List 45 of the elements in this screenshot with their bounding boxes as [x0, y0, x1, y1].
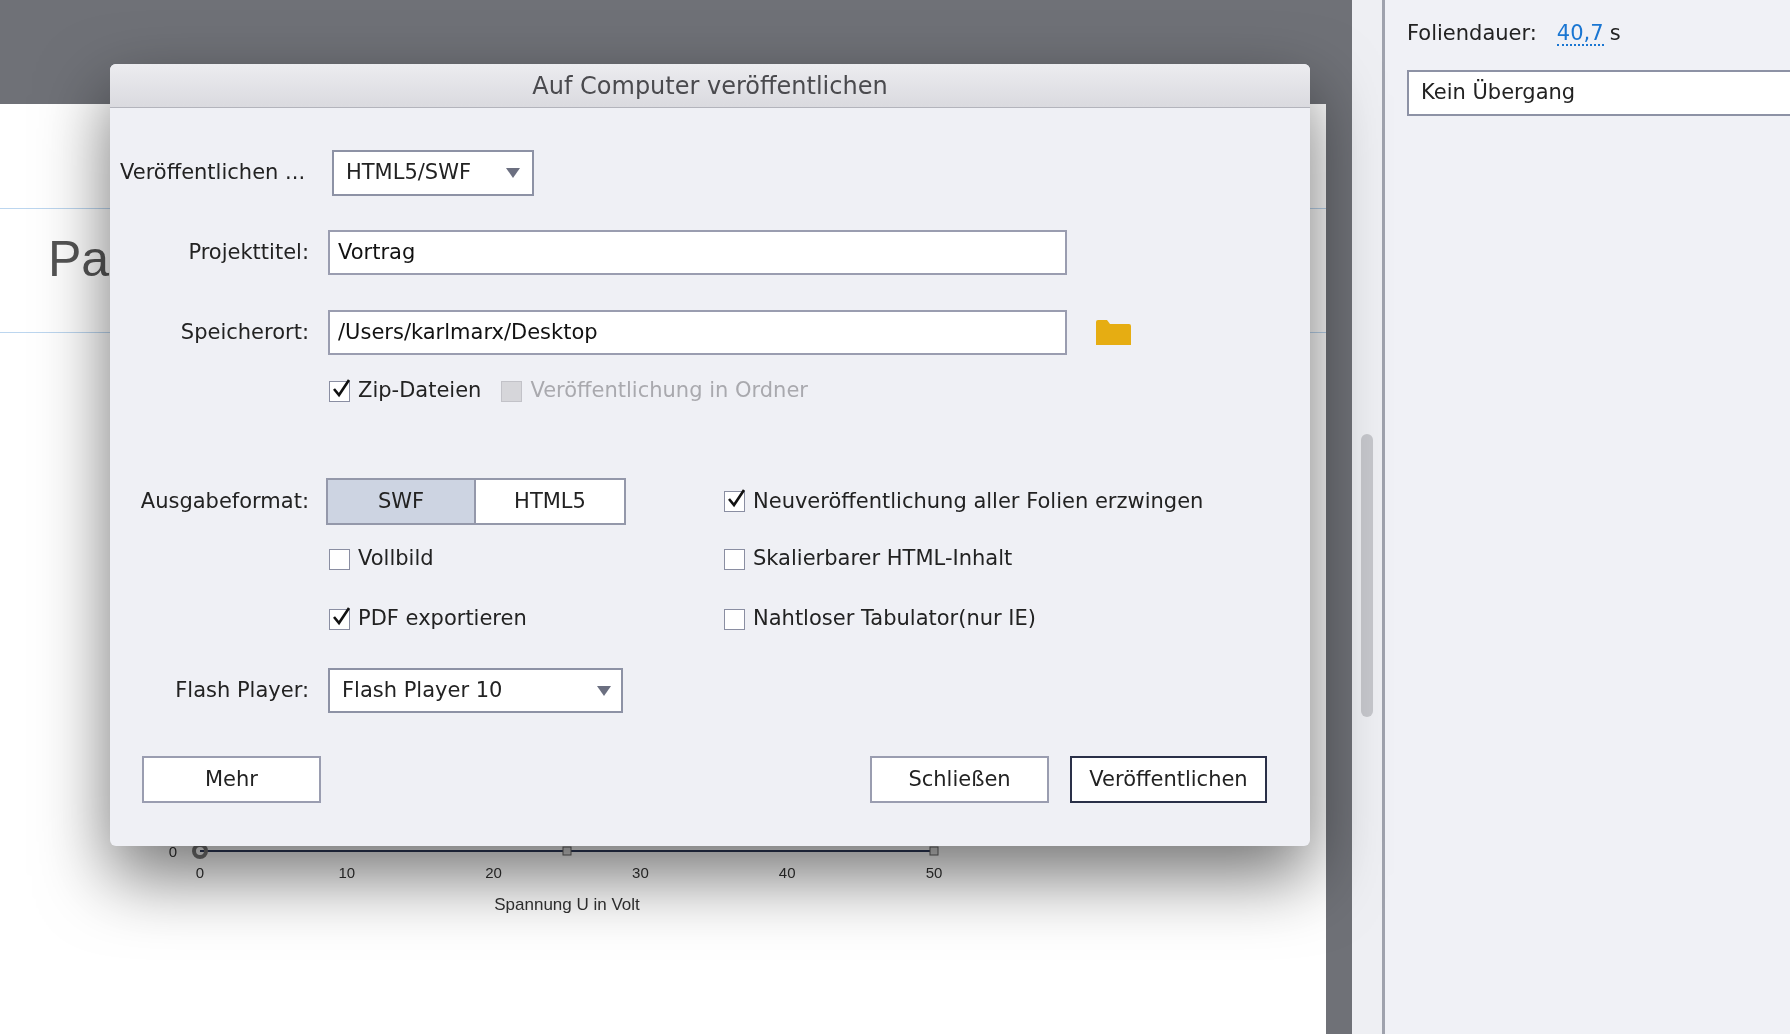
- field-label: Projekttitel:: [187, 238, 309, 266]
- text-field[interactable]: /Users/karlmarx/Desktop: [328, 310, 1067, 355]
- dialog-button[interactable]: Schließen: [870, 756, 1049, 803]
- format-segment[interactable]: SWF: [326, 478, 476, 525]
- scrollbar-thumb[interactable]: [1361, 434, 1373, 717]
- checkbox[interactable]: [329, 548, 350, 570]
- folder-icon[interactable]: [1096, 320, 1131, 345]
- x-tick-label: 10: [338, 864, 356, 881]
- caret-icon: [597, 685, 611, 696]
- x-tick-label: 30: [632, 864, 649, 881]
- checkbox-label: Skalierbarer HTML-Inhalt: [753, 545, 1013, 573]
- field-label: Veröffentlichen ...: [120, 159, 307, 187]
- x-tick-label: 0: [195, 864, 205, 881]
- slide-title: Pa: [48, 234, 110, 284]
- checkbox[interactable]: [724, 548, 745, 570]
- dialog-button[interactable]: Veröffentlichen: [1070, 756, 1267, 803]
- dialog-title: Auf Computer veröffentlichen: [532, 70, 888, 102]
- field-label: Ausgabeformat:: [139, 487, 309, 515]
- text-field[interactable]: Vortrag: [328, 230, 1067, 275]
- format-segment[interactable]: HTML5: [476, 478, 626, 525]
- y-tick-label: 0: [168, 843, 178, 860]
- x-tick-label: 50: [925, 864, 943, 881]
- checkbox-label: PDF exportieren: [358, 605, 527, 633]
- field-label: Flash Player:: [174, 676, 309, 704]
- checkbox-label: Neuveröffentlichung aller Folien erzwingen: [753, 487, 1204, 515]
- duration-unit: s: [1609, 20, 1621, 47]
- checkbox[interactable]: [329, 608, 350, 630]
- checkbox-label: Zip-Dateien: [358, 377, 482, 405]
- dialog-button[interactable]: Mehr: [142, 756, 321, 803]
- checkbox-label: Nahtloser Tabulator(nur IE): [753, 605, 1037, 633]
- x-tick-label: 40: [778, 864, 796, 881]
- flash-player-dropdown[interactable]: Flash Player 10: [328, 668, 623, 713]
- checkbox-label: Vollbild: [358, 545, 434, 573]
- x-axis-label: Spannung U in Volt: [494, 895, 640, 914]
- checkbox[interactable]: [724, 608, 745, 630]
- checkbox-label: Veröffentlichung in Ordner: [530, 377, 808, 405]
- transition-dropdown[interactable]: Kein Übergang: [1407, 69, 1790, 116]
- duration-value[interactable]: 40,7: [1556, 22, 1604, 46]
- duration-label: Foliendauer:: [1407, 20, 1537, 47]
- publish-format-dropdown[interactable]: HTML5/SWF: [332, 150, 534, 196]
- checkbox[interactable]: [724, 491, 745, 512]
- caret-icon: [506, 168, 520, 178]
- x-tick-label: 20: [485, 864, 502, 881]
- field-label: Speicherort:: [179, 318, 309, 346]
- checkbox[interactable]: [329, 380, 350, 402]
